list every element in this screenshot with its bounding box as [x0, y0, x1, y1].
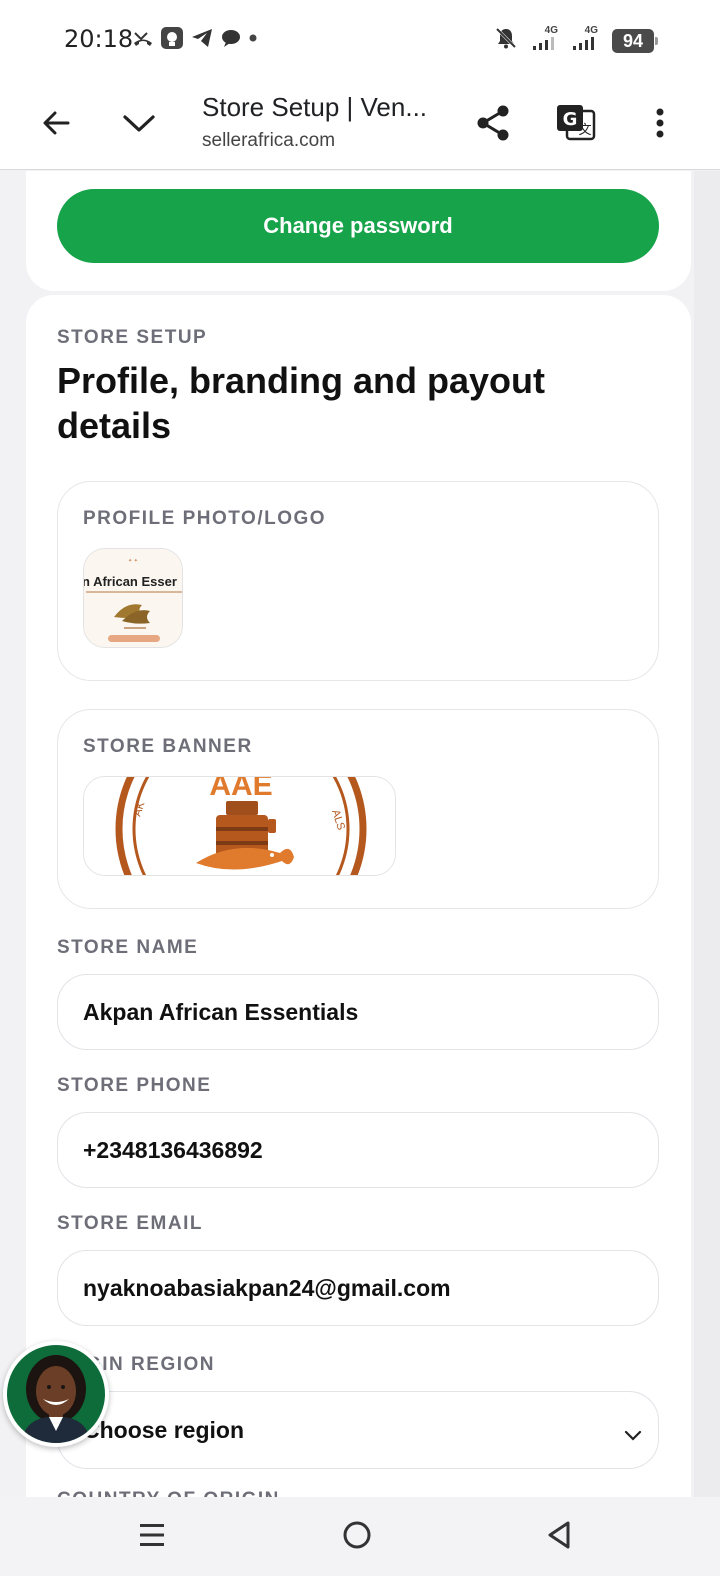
store-email-label: STORE EMAIL — [57, 1213, 203, 1234]
page-url: sellerafrica.com — [202, 130, 336, 151]
origin-region-select[interactable]: Choose region — [57, 1391, 659, 1469]
system-status: 4G 4G 94 — [494, 26, 658, 55]
translate-button[interactable]: G文 — [550, 99, 602, 151]
signal-1: 4G — [532, 26, 558, 55]
more-options-button[interactable] — [634, 99, 686, 151]
store-banner-card: STORE BANNER AAE AK ALS — [57, 709, 659, 909]
page-title: Store Setup | Ven... — [202, 92, 428, 122]
assistant-avatar-photo — [7, 1345, 105, 1443]
svg-text:文: 文 — [578, 123, 591, 138]
logo-brand-text: n African Esser — [84, 574, 177, 589]
recent-apps-button[interactable] — [126, 1511, 178, 1563]
origin-region-selected: Choose region — [83, 1416, 245, 1443]
chat-bubble-icon — [220, 27, 242, 49]
share-icon — [475, 104, 511, 147]
back-triangle-icon — [545, 1520, 573, 1555]
store-phone-input[interactable]: +2348136436892 — [57, 1112, 659, 1188]
store-banner-image[interactable]: AAE AK ALS — [83, 776, 396, 876]
signal-2: 4G — [572, 26, 598, 55]
svg-text:G: G — [563, 109, 578, 130]
missed-call-icon — [132, 27, 154, 49]
battery-level: 94 — [612, 28, 658, 53]
status-bar: 20:18 4G 4G 94 — [0, 0, 720, 80]
country-origin-label: COUNTRY OF ORIGIN — [57, 1489, 280, 1497]
notification-icons — [132, 26, 258, 50]
signal-bars-icon — [532, 36, 558, 55]
store-name-label: STORE NAME — [57, 937, 199, 958]
origin-region-label: GIN REGION — [86, 1354, 216, 1375]
signal-bars-icon — [572, 36, 598, 55]
home-circle-icon — [342, 1520, 372, 1555]
home-button[interactable] — [331, 1511, 383, 1563]
store-phone-label: STORE PHONE — [57, 1075, 212, 1096]
store-email-input[interactable]: nyaknoabasiakpan24@gmail.com — [57, 1250, 659, 1326]
system-navigation-bar — [0, 1497, 720, 1576]
network-type-2: 4G — [584, 25, 598, 36]
back-nav-button[interactable] — [533, 1511, 585, 1563]
back-button[interactable] — [30, 99, 82, 151]
profile-photo-card: PROFILE PHOTO/LOGO ✦ ✦ n African Esser — [57, 481, 659, 681]
more-vert-icon — [655, 107, 665, 144]
telegram-icon — [190, 27, 214, 49]
arrow-left-icon — [40, 107, 72, 144]
store-banner-label: STORE BANNER — [83, 736, 253, 757]
store-name-input[interactable]: Akpan African Essentials — [57, 974, 659, 1050]
chevron-down-icon — [624, 1420, 642, 1447]
change-password-button[interactable]: Change password — [57, 189, 659, 263]
svg-text:✦ ✦: ✦ ✦ — [128, 558, 138, 564]
more-notifications-dot-icon — [248, 33, 258, 43]
scroll-gutter — [694, 171, 720, 1497]
assistant-avatar-button[interactable] — [3, 1341, 109, 1447]
minimize-tab-button[interactable] — [113, 99, 165, 151]
mute-bell-icon — [494, 26, 518, 55]
banner-monogram: AAE — [209, 777, 272, 802]
chevron-down-icon — [122, 112, 156, 139]
browser-toolbar: Store Setup | Ven... sellerafrica.com G文 — [0, 80, 720, 170]
status-time: 20:18 — [64, 25, 134, 53]
profile-logo-image[interactable]: ✦ ✦ n African Esser — [83, 548, 183, 648]
network-type-1: 4G — [544, 25, 558, 36]
section-eyebrow: STORE SETUP — [57, 327, 208, 348]
app-notification-icon — [160, 26, 184, 50]
section-heading: Profile, branding and payout details — [57, 360, 546, 446]
profile-photo-label: PROFILE PHOTO/LOGO — [83, 508, 327, 529]
web-content: Change password STORE SETUP Profile, bra… — [0, 171, 720, 1497]
share-button[interactable] — [467, 99, 519, 151]
google-translate-icon: G文 — [555, 103, 597, 148]
recent-apps-icon — [138, 1522, 166, 1553]
